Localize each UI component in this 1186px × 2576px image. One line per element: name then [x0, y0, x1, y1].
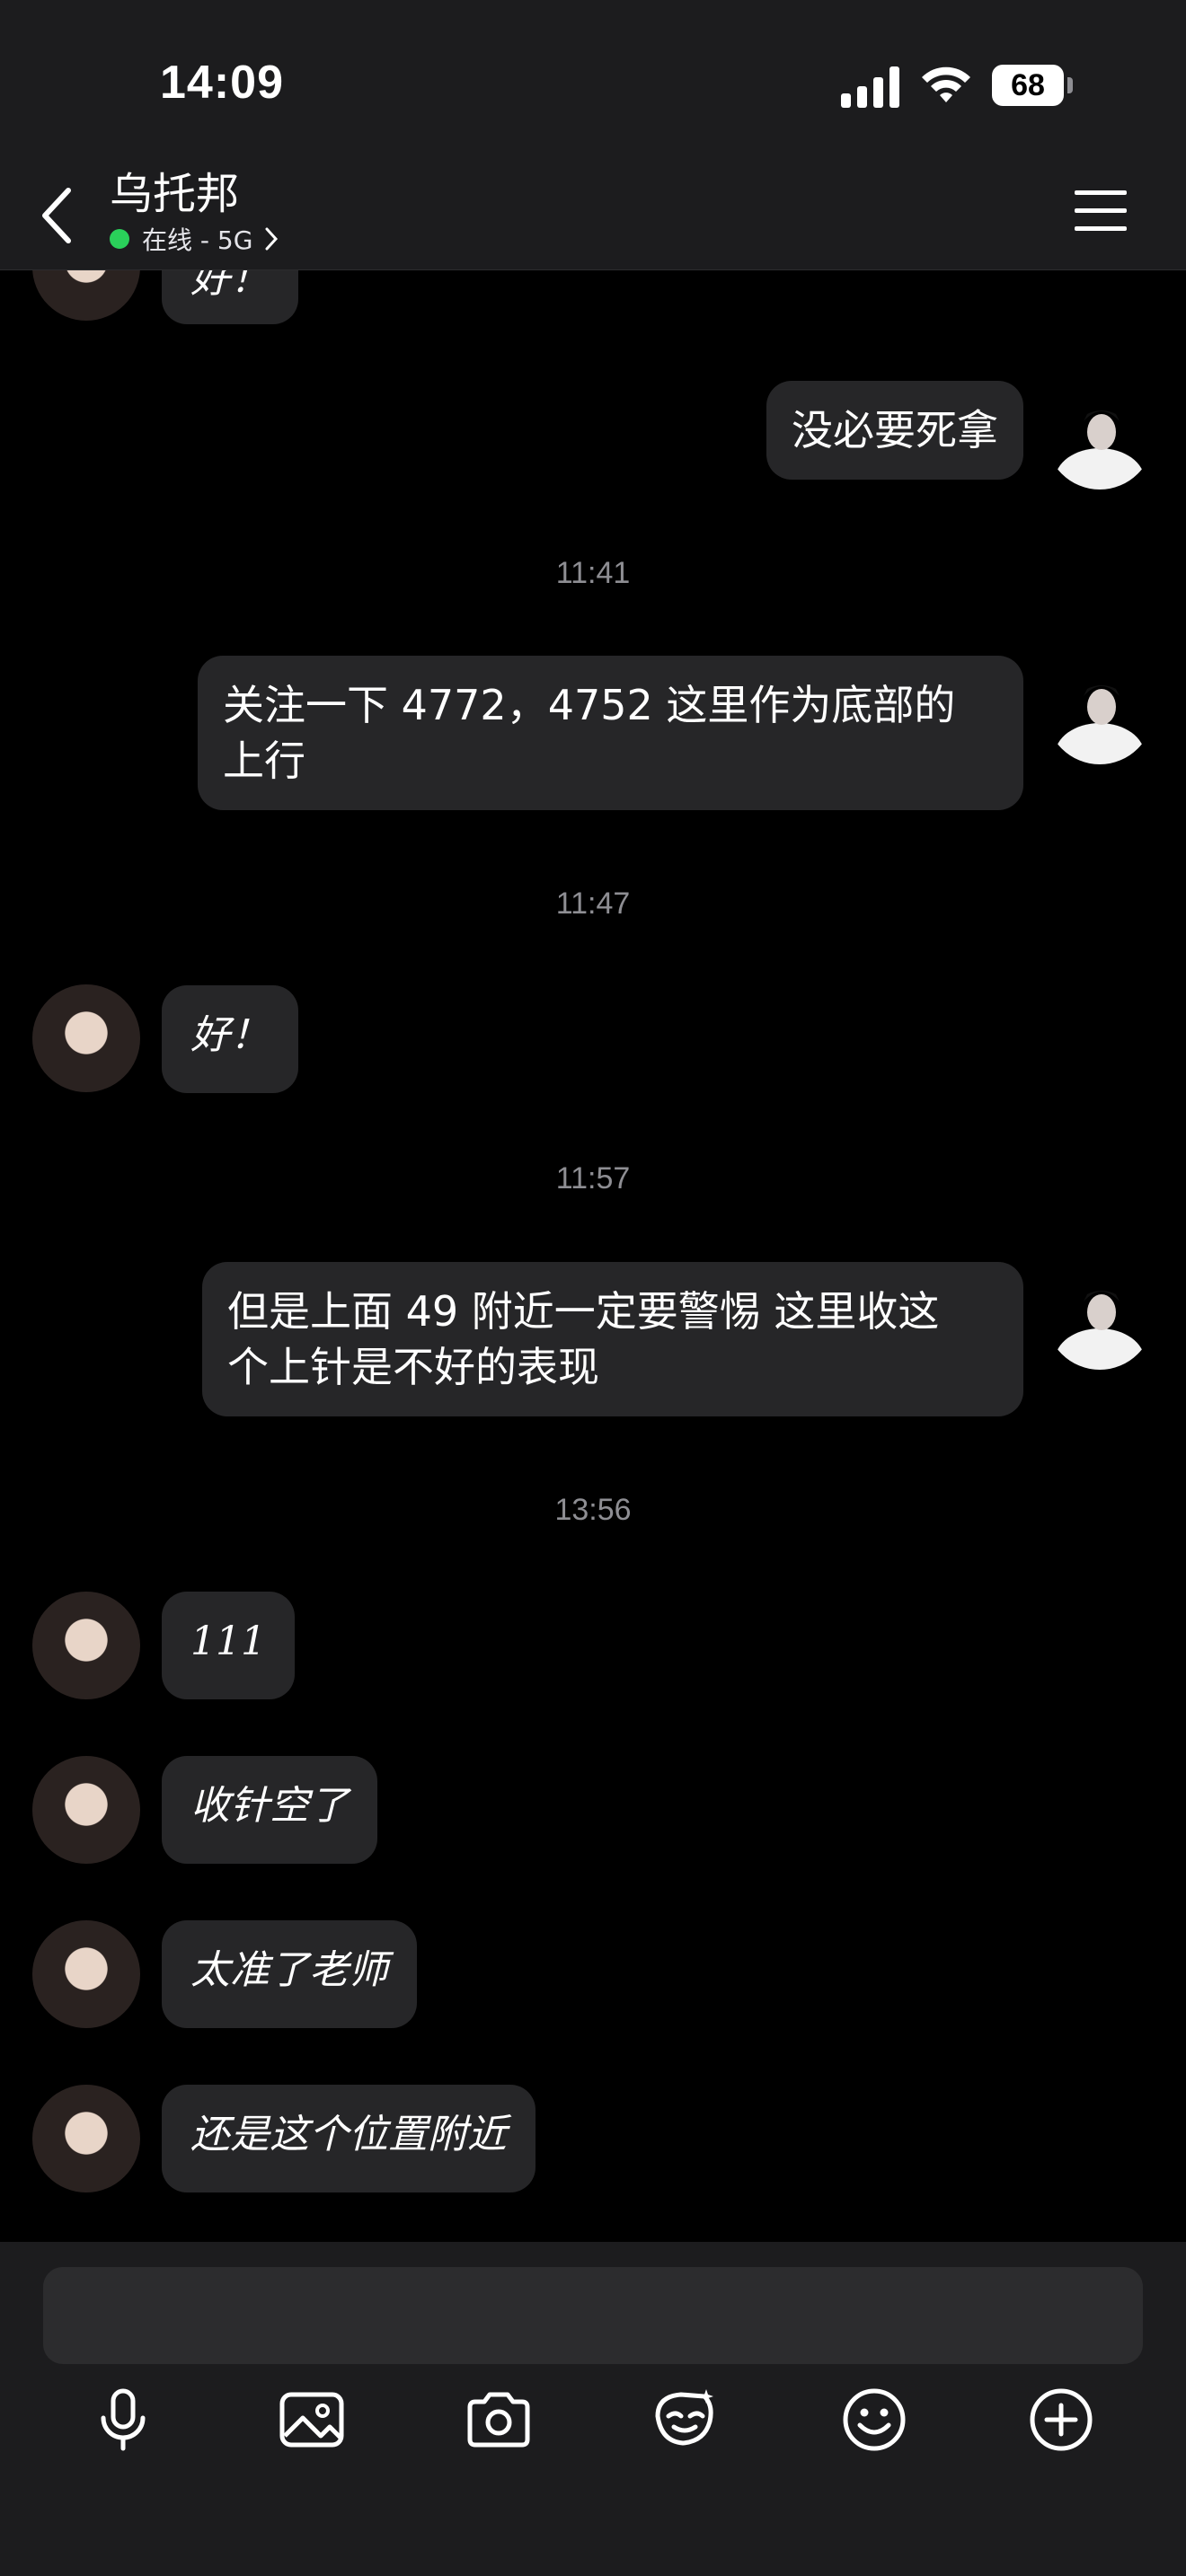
wifi-icon: [922, 66, 970, 102]
contact-avatar[interactable]: [32, 1756, 140, 1864]
status-time: 14:09: [160, 57, 284, 109]
incoming-message[interactable]: 好！: [162, 270, 298, 324]
person-icon: [1055, 685, 1145, 764]
sticker-icon[interactable]: [651, 2386, 719, 2454]
outgoing-message[interactable]: 关注一下 4772，4752 这里作为底部的 上行: [198, 656, 1023, 810]
timestamp: 11:41: [555, 556, 631, 590]
emoji-icon[interactable]: [840, 2386, 908, 2454]
contact-avatar[interactable]: [32, 984, 140, 1092]
composer: [0, 2242, 1186, 2576]
my-avatar[interactable]: [1046, 382, 1154, 490]
incoming-message[interactable]: 收针空了: [162, 1756, 377, 1864]
status-bar: 14:09 68: [0, 0, 1186, 171]
cellular-signal-icon: [841, 66, 900, 108]
timestamp: 13:56: [554, 1493, 632, 1527]
incoming-message[interactable]: 111: [162, 1592, 295, 1699]
incoming-message[interactable]: 太准了老师: [162, 1920, 417, 2028]
contact-avatar[interactable]: [32, 1920, 140, 2028]
contact-status[interactable]: 在线 - 5G: [110, 223, 279, 255]
contact-avatar[interactable]: [32, 1592, 140, 1699]
contact-name[interactable]: 乌托邦: [110, 171, 239, 217]
chevron-right-icon: [265, 227, 279, 251]
timestamp: 11:57: [555, 1161, 631, 1195]
image-icon[interactable]: [278, 2386, 346, 2454]
online-dot-icon: [110, 229, 129, 249]
timestamp: 11:47: [555, 887, 631, 921]
menu-icon[interactable]: [1075, 190, 1127, 235]
message-list[interactable]: 好！ 没必要死拿 11:41 关注一下 4772，4752 这里作为底部的 上行…: [0, 270, 1186, 2242]
my-avatar[interactable]: [1046, 657, 1154, 764]
outgoing-message[interactable]: 没必要死拿: [766, 381, 1023, 480]
person-icon: [1055, 410, 1145, 490]
person-icon: [1055, 1291, 1145, 1370]
message-input[interactable]: [43, 2267, 1143, 2364]
battery-indicator: 68: [992, 65, 1064, 106]
outgoing-message[interactable]: 但是上面 49 附近一定要警惕 这里收这 个上针是不好的表现: [202, 1262, 1023, 1416]
contact-avatar[interactable]: [32, 2085, 140, 2192]
add-icon[interactable]: [1027, 2386, 1095, 2454]
microphone-icon[interactable]: [89, 2386, 157, 2454]
incoming-message[interactable]: 还是这个位置附近: [162, 2085, 535, 2192]
my-avatar[interactable]: [1046, 1262, 1154, 1370]
battery-tip: [1067, 77, 1073, 93]
back-chevron-icon[interactable]: [36, 180, 81, 251]
incoming-message[interactable]: 好！: [162, 985, 298, 1093]
chat-header: 乌托邦 在线 - 5G: [0, 171, 1186, 270]
camera-icon[interactable]: [465, 2386, 533, 2454]
contact-avatar[interactable]: [32, 270, 140, 321]
contact-status-text: 在线 - 5G: [142, 225, 253, 255]
